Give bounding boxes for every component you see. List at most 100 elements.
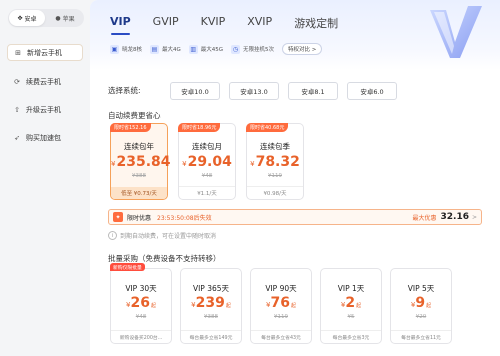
price-unit: 起 [150,303,156,309]
tab-xvip[interactable]: XVIP [247,15,272,31]
bulk-savings: 每台最多立省149元 [181,330,241,343]
original-price: ¥20 [415,314,427,320]
bulk-card-30d[interactable]: 新购仅限批量 VIP 30天 ¥26起 ¥48 新购设备买200台... [110,263,172,344]
main-panel: VIP GVIP KVIP XVIP 游戏定制 ▣ 晓龙8核 ▤ 最大4G ▥ … [90,0,500,356]
price-unit: 起 [290,303,296,309]
os-option-label: 苹果 [62,15,75,23]
price-value: 239 [195,295,225,311]
sidebar: ✥ 安卓 ● 苹果 ⊞ 新增云手机 ⟳ 续费云手机 ⇧ 升级云手机 ➶ 购买加速… [0,0,90,356]
system-option-android10[interactable]: 安卓10.0 [170,82,220,100]
sidebar-item-label: 购买加速包 [26,133,61,142]
package-name: 连续包月 [192,142,222,151]
price-value: 26 [130,295,150,311]
system-label: 选择系统: [108,86,141,95]
storage-icon: ▥ [188,44,198,54]
promo-max-label: 最大优惠 [412,214,437,222]
sidebar-item-new-phone[interactable]: ⊞ 新增云手机 [7,44,83,61]
bulk-savings: 每台最多立省3元 [321,330,381,343]
os-option-android[interactable]: ✥ 安卓 [9,10,45,26]
sidebar-item-label: 升级云手机 [26,105,61,114]
bulk-name: VIP 5天 [407,284,435,293]
autorenew-title: 自动续费更省心 [108,111,161,120]
original-price: ¥5 [347,314,355,320]
original-price: ¥119 [274,314,288,320]
bulk-price: ¥2起 [321,295,381,311]
bulk-savings: 新购设备买200台... [111,330,171,343]
info-icon: i [108,231,117,240]
sidebar-item-boost[interactable]: ➶ 购买加速包 [7,129,83,146]
package-card-quarterly[interactable]: 限时省40.68元 连续包季 ¥78.32 ¥119 ¥0.98/天 [246,123,304,200]
feature-cpu: ▣ 晓龙8核 [110,44,142,54]
system-option-android6[interactable]: 安卓6.0 [347,82,397,100]
promo-max-amount: 32.16 [440,212,469,222]
bulk-savings: 每台最多立省43元 [251,330,311,343]
feature-storage: ▥ 最大45G [188,44,224,54]
discount-badge: 限时省152.16 [110,123,151,132]
price-value: 78.32 [255,154,300,170]
feature-label: 晓龙8核 [122,47,142,53]
package-price: ¥29.04 [179,154,235,170]
bulk-price: ¥76起 [251,295,311,311]
os-toggle: ✥ 安卓 ● 苹果 [8,9,84,27]
original-price: ¥388 [204,314,218,320]
bulk-price: ¥239起 [181,295,241,311]
compare-privileges-button[interactable]: 特权对比 > [282,43,323,55]
os-option-label: 安卓 [24,15,37,23]
tab-vip[interactable]: VIP [110,15,131,35]
os-option-apple[interactable]: ● 苹果 [47,10,83,26]
package-name: 连续包季 [260,142,290,151]
price-value: 235.84 [116,154,171,170]
discount-badge: 限时省18.96元 [178,123,221,132]
feature-label: 无限挂机5次 [243,47,275,53]
bulk-savings: 每台最多立省11元 [391,330,451,343]
vip-tabs: VIP GVIP KVIP XVIP 游戏定制 [110,15,360,35]
add-phone-icon: ⊞ [15,48,21,57]
feature-label: 最大4G [162,47,181,53]
system-option-android81[interactable]: 安卓8.1 [288,82,338,100]
vip-logo-icon [430,6,482,58]
cpu-icon: ▣ [110,44,119,54]
memory-icon: ▤ [150,44,159,54]
package-price: ¥235.84 [111,154,171,170]
chevron-right-icon: > [471,213,477,221]
feature-ram: ▤ 最大4G [150,44,181,54]
package-price: ¥78.32 [247,154,303,170]
price-value: 76 [270,295,290,311]
apple-icon: ● [55,14,61,22]
original-price: ¥388 [132,173,146,179]
per-day-price: ¥1.1/天 [179,186,235,199]
bulk-card-5d[interactable]: VIP 5天 ¥9起 ¥20 每台最多立省11元 [390,268,452,344]
tab-gvip[interactable]: GVIP [153,15,179,31]
currency-symbol: ¥ [111,160,116,168]
package-card-yearly[interactable]: 限时省152.16 连续包年 ¥235.84 ¥388 低至 ¥0.73/天 [110,123,171,200]
original-price: ¥48 [201,173,213,179]
sidebar-item-upgrade[interactable]: ⇧ 升级云手机 [7,101,83,118]
tab-kvip[interactable]: KVIP [201,15,226,31]
promo-countdown: 23:53:50:08后失效 [157,214,212,222]
android-icon: ✥ [17,14,23,22]
bulk-card-1d[interactable]: VIP 1天 ¥2起 ¥5 每台最多立省3元 [320,268,382,344]
promo-bar[interactable]: ✦ 限时优惠 23:53:50:08后失效 最大优惠 32.16 > [108,209,482,225]
package-name: 连续包年 [124,142,154,151]
upgrade-icon: ⇧ [14,105,20,114]
per-day-price: ¥0.98/天 [247,186,303,199]
feature-label: 最大45G [200,47,224,53]
per-day-price: 低至 ¥0.73/天 [111,187,167,199]
note-text: 到期自动续费，可在设置中随时取消 [120,233,217,240]
price-unit: 起 [225,303,231,309]
package-card-monthly[interactable]: 限时省18.96元 连续包月 ¥29.04 ¥48 ¥1.1/天 [178,123,236,200]
refresh-icon: ⟳ [14,77,20,86]
bulk-card-365d[interactable]: VIP 365天 ¥239起 ¥388 每台最多立省149元 [180,268,242,344]
bulk-name: VIP 90天 [265,284,297,293]
price-unit: 起 [426,303,432,309]
sidebar-item-renew[interactable]: ⟳ 续费云手机 [7,73,83,90]
bulk-price: ¥9起 [391,295,451,311]
tab-game-custom[interactable]: 游戏定制 [294,15,338,31]
system-option-android13[interactable]: 安卓13.0 [229,82,279,100]
bulk-card-90d[interactable]: VIP 90天 ¥76起 ¥119 每台最多立省43元 [250,268,312,344]
currency-symbol: ¥ [250,160,255,168]
price-unit: 起 [356,303,362,309]
rocket-icon: ➶ [14,133,20,142]
bulk-name: VIP 365天 [192,284,230,293]
bulk-name: VIP 30天 [125,284,157,293]
